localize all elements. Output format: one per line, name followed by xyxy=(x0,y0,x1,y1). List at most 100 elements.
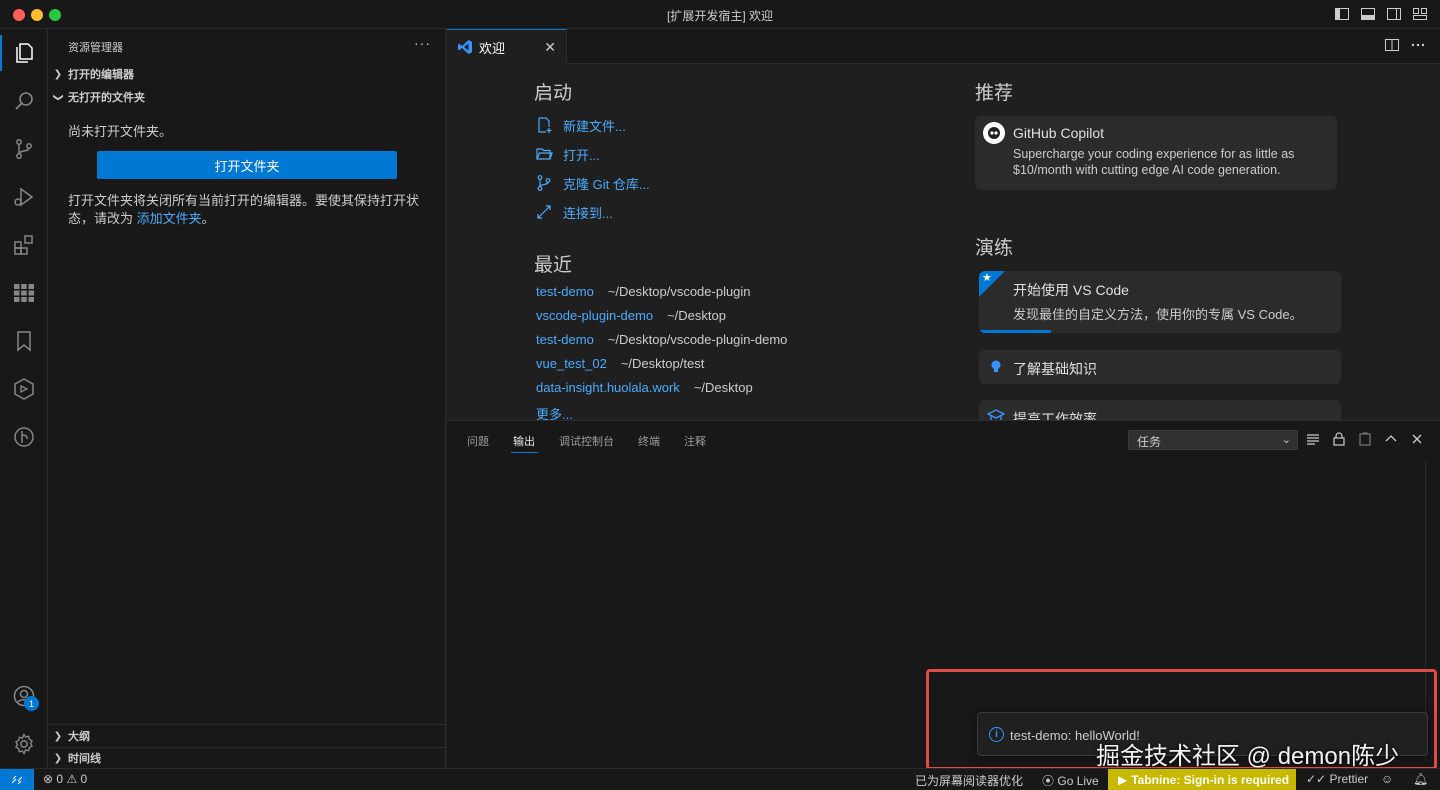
walkthrough-progress xyxy=(979,330,1051,333)
feedback-icon[interactable]: ☺ xyxy=(1381,772,1393,786)
grid-apps-icon[interactable] xyxy=(0,269,48,317)
problems-status[interactable]: ⊗ 0 ⚠ 0 xyxy=(43,772,87,786)
walkthrough-get-started[interactable]: ★ 开始使用 VS Code 发现最佳的自定义方法，使用你的专属 VS Code… xyxy=(979,271,1341,333)
walkthrough-title: 提高工作效率 xyxy=(1013,411,1097,420)
accounts-icon[interactable]: 1 xyxy=(0,672,48,720)
bookmark-icon[interactable] xyxy=(0,317,48,365)
go-live-label: Go Live xyxy=(1057,774,1099,788)
connect-to-link[interactable]: 连接到... xyxy=(535,201,613,223)
clone-git-link[interactable]: 克隆 Git 仓库... xyxy=(535,172,650,194)
walkthrough-fundamentals[interactable]: 了解基础知识 xyxy=(979,350,1341,384)
walkthrough-title: 了解基础知识 xyxy=(1013,361,1097,377)
tab-terminal[interactable]: 终端 xyxy=(638,433,660,449)
recent-more-link[interactable]: 更多... xyxy=(536,404,573,420)
prettier-status[interactable]: ✓✓ Prettier xyxy=(1306,772,1368,786)
output-channel-select[interactable]: 任务 ⌄ xyxy=(1128,430,1298,450)
walkthrough-desc: 发现最佳的自定义方法，使用你的专属 VS Code。 xyxy=(1013,307,1303,322)
recent-path: ~/Desktop xyxy=(693,380,753,395)
walkthroughs-heading: 演练 xyxy=(975,238,1014,259)
recent-name[interactable]: vscode-plugin-demo xyxy=(536,308,653,326)
section-no-folder[interactable]: ❯ 无打开的文件夹 xyxy=(48,86,446,108)
toggle-secondary-sidebar-icon[interactable] xyxy=(1386,6,1402,22)
empty-folder-text: 尚未打开文件夹。 xyxy=(68,124,173,139)
split-editor-icon[interactable] xyxy=(1384,37,1400,53)
start-heading: 启动 xyxy=(534,83,573,104)
sidebar-more-actions[interactable]: ··· xyxy=(414,35,431,51)
section-label: 打开的编辑器 xyxy=(68,69,134,81)
active-tab-indicator xyxy=(511,452,538,453)
tab-comments[interactable]: 注释 xyxy=(684,433,706,449)
new-file-link[interactable]: 新建文件... xyxy=(535,114,626,136)
remote-indicator-icon[interactable] xyxy=(0,769,34,790)
open-folder-button[interactable]: 打开文件夹 xyxy=(97,151,397,179)
broadcast-icon: ⦿ xyxy=(1042,774,1055,788)
recent-item[interactable]: test-demo ~/Desktop/vscode-plugin xyxy=(536,284,751,302)
accounts-badge: 1 xyxy=(24,696,39,711)
extensions-icon[interactable] xyxy=(0,221,48,269)
close-panel-icon[interactable] xyxy=(1409,431,1425,447)
git-graph-icon[interactable] xyxy=(0,413,48,461)
lock-icon[interactable] xyxy=(1331,431,1347,447)
tabnine-status[interactable]: ▶ Tabnine: Sign-in is required xyxy=(1108,769,1296,790)
explorer-icon[interactable] xyxy=(0,29,48,77)
recent-item[interactable]: data-insight.huolala.work ~/Desktop xyxy=(536,380,753,398)
sidebar-title: 资源管理器 xyxy=(68,42,123,54)
chevron-down-icon: ❯ xyxy=(52,92,64,102)
note-line2: 态，请改为 xyxy=(68,211,134,226)
add-folder-link[interactable]: 添加文件夹 xyxy=(137,211,202,226)
recent-more[interactable]: 更多... xyxy=(536,404,573,420)
chevron-right-icon: ❯ xyxy=(53,752,63,764)
prettier-label: Prettier xyxy=(1329,772,1369,786)
start-item-label: 打开... xyxy=(563,147,600,163)
maximize-panel-icon[interactable] xyxy=(1383,431,1399,447)
customize-layout-icon[interactable] xyxy=(1412,6,1428,22)
screen-reader-status[interactable]: 已为屏幕阅读器优化 xyxy=(915,772,1023,789)
title-bar: [扩展开发宿主] 欢迎 xyxy=(0,0,1440,29)
more-actions-icon[interactable] xyxy=(1410,37,1426,53)
section-timeline[interactable]: ❯ 时间线 xyxy=(48,747,446,769)
walkthrough-productivity[interactable]: 提高工作效率 xyxy=(979,400,1341,420)
section-outline[interactable]: ❯ 大纲 xyxy=(48,725,446,747)
section-label: 无打开的文件夹 xyxy=(68,92,145,104)
section-open-editors[interactable]: ❯ 打开的编辑器 xyxy=(48,63,446,85)
editor-tab-bar: 欢迎 ✕ xyxy=(447,29,1440,64)
word-wrap-icon[interactable] xyxy=(1305,431,1321,447)
welcome-page: 启动 新建文件... 打开... 克隆 Git 仓库... 连接到... 最近 … xyxy=(447,64,1440,420)
recent-name[interactable]: test-demo xyxy=(536,332,594,350)
chevron-right-icon: ❯ xyxy=(53,68,63,80)
tab-welcome[interactable]: 欢迎 ✕ xyxy=(447,29,567,64)
open-folder-note: 打开文件夹将关闭所有当前打开的编辑器。要使其保持打开状 态，请改为 添加文件夹。 xyxy=(68,192,428,228)
recent-name[interactable]: data-insight.huolala.work xyxy=(536,380,680,398)
recommended-heading: 推荐 xyxy=(975,83,1014,104)
search-icon[interactable] xyxy=(0,77,48,125)
remote-explorer-icon[interactable] xyxy=(0,365,48,413)
run-debug-icon[interactable] xyxy=(0,173,48,221)
tab-debug-console[interactable]: 调试控制台 xyxy=(559,433,614,449)
recent-path: ~/Desktop/test xyxy=(620,356,705,371)
recent-name[interactable]: vue_test_02 xyxy=(536,356,607,374)
status-bar: ⊗ 0 ⚠ 0 已为屏幕阅读器优化 ⦿ Go Live ▶ Tabnine: S… xyxy=(0,768,1440,790)
info-icon: i xyxy=(989,727,1004,742)
go-live-button[interactable]: ⦿ Go Live xyxy=(1042,772,1099,789)
source-control-icon[interactable] xyxy=(0,125,48,173)
star-icon: ★ xyxy=(982,272,992,284)
start-item-label: 克隆 Git 仓库... xyxy=(563,176,650,192)
activity-bar: 1 xyxy=(0,29,48,768)
recent-item[interactable]: test-demo ~/Desktop/vscode-plugin-demo xyxy=(536,332,787,350)
recent-item[interactable]: vue_test_02 ~/Desktop/test xyxy=(536,356,704,374)
toggle-panel-icon[interactable] xyxy=(1360,6,1376,22)
toggle-primary-sidebar-icon[interactable] xyxy=(1334,6,1350,22)
recent-item[interactable]: vscode-plugin-demo ~/Desktop xyxy=(536,308,726,326)
settings-gear-icon[interactable] xyxy=(0,720,48,768)
tab-close-icon[interactable]: ✕ xyxy=(544,39,556,56)
clear-output-icon[interactable] xyxy=(1357,431,1373,447)
recent-name[interactable]: test-demo xyxy=(536,284,594,302)
copilot-card[interactable]: GitHub Copilot Supercharge your coding e… xyxy=(975,116,1337,190)
open-link[interactable]: 打开... xyxy=(535,143,600,165)
notifications-bell-icon[interactable]: 🔔︎ xyxy=(1413,772,1428,786)
tab-output[interactable]: 输出 xyxy=(513,433,535,449)
section-label: 时间线 xyxy=(68,753,101,765)
recent-path: ~/Desktop xyxy=(667,308,726,323)
copilot-icon xyxy=(983,122,1005,144)
tab-problems[interactable]: 问题 xyxy=(467,433,489,449)
